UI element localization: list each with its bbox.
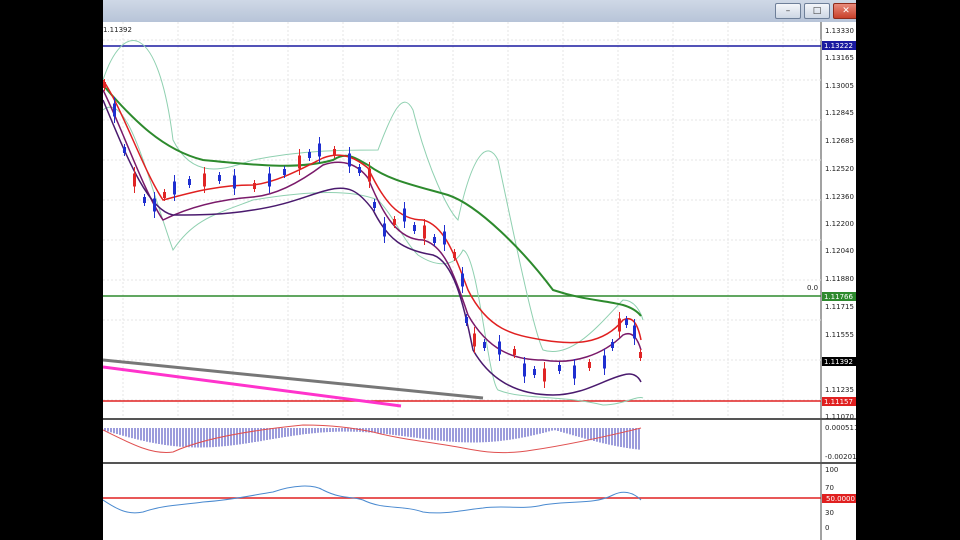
candle-body	[498, 341, 501, 355]
osc-tick-100: 100	[825, 466, 838, 474]
price-tick-label: 1.13165	[825, 54, 854, 62]
candle-body	[333, 149, 336, 155]
green-level-value: 1.11766	[824, 293, 853, 301]
candle-body	[123, 147, 126, 153]
candle-body	[173, 181, 176, 195]
candle-body	[283, 169, 286, 175]
candle-body	[443, 231, 446, 245]
candle-body	[523, 363, 526, 377]
candle-body	[473, 333, 476, 347]
candle-body	[308, 152, 311, 158]
candle-body	[188, 179, 191, 185]
candle-body	[633, 325, 636, 339]
candle-body	[403, 208, 406, 222]
candle-body	[588, 362, 591, 368]
osc-tick-0: 0	[825, 524, 829, 532]
price-tick-label: 1.12360	[825, 193, 854, 201]
candle-body	[113, 103, 116, 117]
candle-body	[133, 173, 136, 187]
price-readout: 1.11392	[103, 26, 132, 34]
macd-tick-top: 0.000511	[825, 424, 856, 432]
candle-body	[298, 155, 301, 169]
price-tick-label: 1.11715	[825, 303, 854, 311]
candle-body	[453, 252, 456, 258]
price-tick-label: 1.11235	[825, 386, 854, 394]
candle-body	[103, 82, 106, 88]
candle-body	[618, 318, 621, 332]
current-price-value: 1.11392	[824, 358, 853, 366]
candle-body	[611, 342, 614, 348]
candle-body	[203, 173, 206, 187]
oscillator-line	[103, 485, 642, 514]
candle-body	[413, 225, 416, 231]
misc-label: 0.0	[807, 284, 818, 292]
candle-body	[558, 365, 561, 371]
candle-body	[625, 319, 628, 325]
price-tick-label: 1.11555	[825, 331, 854, 339]
candle-body	[373, 202, 376, 208]
candle-body	[383, 223, 386, 237]
blue-level-value: 1.13222	[824, 42, 853, 50]
trading-terminal-window: – □ ✕ 1.11392 0.0 1.13330 1.13165 1.1300…	[103, 0, 856, 540]
price-tick-label: 1.11070	[825, 413, 854, 421]
candle-body	[348, 153, 351, 167]
price-tick-label: 1.12845	[825, 109, 854, 117]
candle-body	[543, 368, 546, 382]
candle-body	[253, 183, 256, 189]
osc-level-value: 50.0000	[826, 495, 855, 503]
main-price-panel[interactable]	[103, 22, 821, 418]
price-tick-label: 1.11880	[825, 275, 854, 283]
candle-body	[268, 173, 271, 187]
osc-tick-30: 30	[825, 509, 834, 517]
osc-tick-70: 70	[825, 484, 834, 492]
candle-body	[639, 352, 642, 358]
candle-body	[233, 175, 236, 189]
price-tick-label: 1.12200	[825, 220, 854, 228]
candle-body	[218, 175, 221, 181]
price-tick-label: 1.12685	[825, 137, 854, 145]
candle-body	[393, 219, 396, 225]
candle-body	[153, 198, 156, 212]
candle-body	[513, 349, 516, 355]
candle-body	[368, 168, 371, 182]
candle-body	[423, 225, 426, 239]
macd-tick-bottom: -0.002012	[825, 453, 856, 461]
candle-body	[573, 365, 576, 379]
candle-body	[163, 192, 166, 198]
price-tick-label: 1.13330	[825, 27, 854, 35]
candle-body	[433, 237, 436, 243]
candle-body	[318, 143, 321, 157]
candle-body	[358, 167, 361, 173]
red-level-value: 1.11157	[824, 398, 853, 406]
price-tick-label: 1.13005	[825, 82, 854, 90]
price-chart-canvas[interactable]: 1.11392 0.0 1.13330 1.13165 1.13005 1.12845…	[103, 0, 856, 540]
candle-body	[483, 342, 486, 348]
price-tick-label: 1.12040	[825, 247, 854, 255]
candle-body	[143, 197, 146, 203]
candle-body	[461, 273, 464, 287]
candle-body	[533, 369, 536, 375]
macd-histogram	[104, 428, 640, 450]
price-tick-label: 1.12520	[825, 165, 854, 173]
candle-body	[465, 317, 468, 323]
candle-body	[603, 355, 606, 369]
